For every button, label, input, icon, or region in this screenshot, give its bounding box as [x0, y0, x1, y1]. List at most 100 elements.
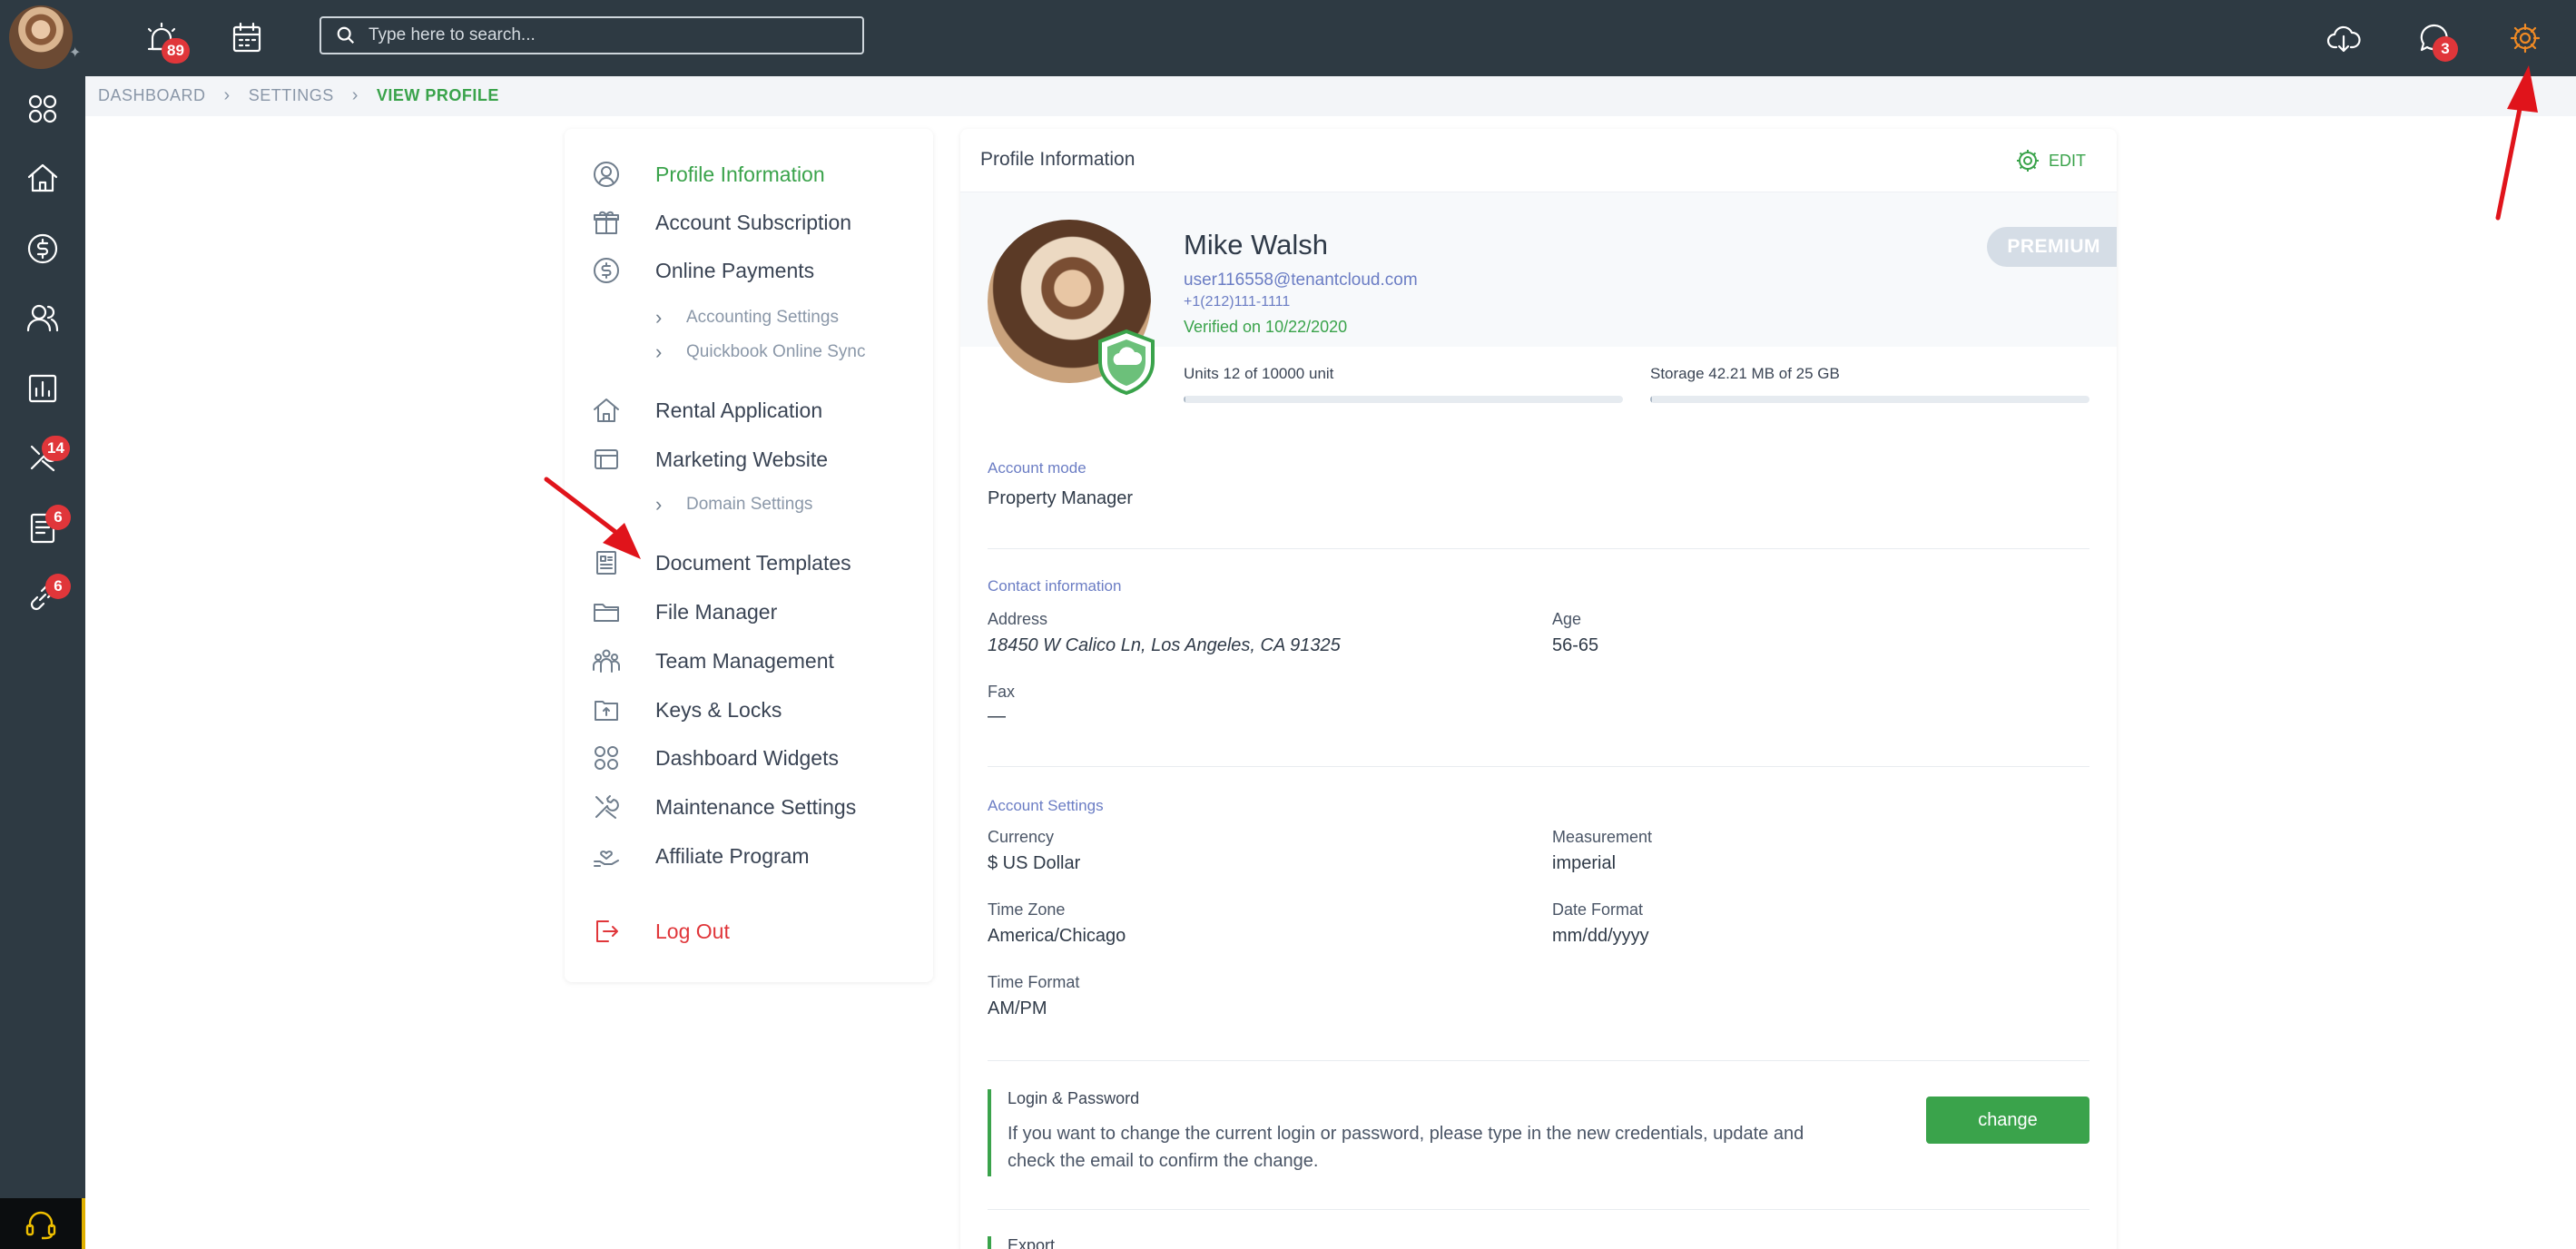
dollar-circle-icon: [594, 258, 619, 283]
widgets-icon: [595, 746, 618, 770]
menu-item-rental-application[interactable]: Rental Application: [592, 392, 822, 428]
menu-subitem-domain-settings[interactable]: › Domain Settings: [655, 490, 812, 519]
menu-item-label: Profile Information: [655, 162, 825, 186]
edit-button[interactable]: EDIT: [2014, 147, 2086, 174]
menu-item-online-payments[interactable]: Online Payments: [592, 252, 814, 289]
sidebar-item-apps[interactable]: [0, 74, 85, 143]
divider: [988, 766, 2089, 767]
hand-heart-icon: [594, 851, 619, 867]
search-bar[interactable]: [320, 16, 864, 54]
gear-icon: [2016, 150, 2039, 172]
download-button[interactable]: [2318, 13, 2369, 64]
sidebar-item-maintenance[interactable]: 14: [0, 423, 85, 492]
home-icon: [27, 163, 58, 192]
units-progress-bar: [1184, 396, 1623, 403]
documents-badge: 6: [45, 505, 71, 530]
messages-button[interactable]: 3: [2409, 13, 2460, 64]
menu-item-label: Account Subscription: [655, 210, 852, 234]
profile-phone[interactable]: +1(212)111-1111: [1184, 294, 1290, 310]
logout-icon: [596, 920, 618, 942]
menu-item-label: Affiliate Program: [655, 843, 810, 868]
login-password-text: If you want to change the current login …: [1008, 1124, 1804, 1171]
menu-subitem-label: Domain Settings: [686, 495, 813, 514]
profile-email[interactable]: user116558@tenantcloud.com: [1184, 270, 1418, 290]
cloud-download-icon: [2326, 25, 2361, 53]
chart-icon: [28, 374, 57, 403]
dateformat-value: mm/dd/yyyy: [1552, 926, 1649, 946]
account-mode-value: Property Manager: [988, 488, 1134, 508]
browser-window-icon: [595, 449, 618, 469]
timeformat-value: AM/PM: [988, 998, 1047, 1018]
fax-value: —: [988, 706, 1006, 726]
menu-item-label: Log Out: [655, 919, 730, 943]
gift-icon: [594, 211, 619, 234]
sidebar-item-documents[interactable]: 6: [0, 494, 85, 563]
user-circle-icon: [594, 162, 619, 187]
timezone-label: Time Zone: [988, 900, 1066, 919]
breadcrumb-dashboard[interactable]: DASHBOARD: [98, 86, 206, 105]
calendar-button[interactable]: [221, 13, 272, 64]
pin-icon[interactable]: ✦: [69, 46, 82, 61]
left-sidebar: ✦ 14 6 6: [0, 0, 85, 1249]
address-label: Address: [988, 610, 1048, 628]
team-icon: [593, 649, 620, 673]
chevron-right-icon: ›: [655, 340, 663, 363]
card-title: Profile Information: [980, 149, 1136, 170]
divider: [988, 548, 2089, 549]
sidebar-item-reports[interactable]: [0, 354, 85, 423]
menu-item-label: Marketing Website: [655, 447, 829, 471]
measurement-label: Measurement: [1552, 828, 1653, 846]
address-value: 18450 W Calico Ln, Los Angeles, CA 91325: [988, 635, 1341, 655]
sidebar-item-payments[interactable]: [0, 214, 85, 283]
menu-subitem-quickbook-online-sync[interactable]: › Quickbook Online Sync: [655, 338, 866, 367]
folder-icon: [594, 604, 619, 622]
menu-item-team-management[interactable]: Team Management: [592, 643, 834, 679]
dateformat-label: Date Format: [1552, 900, 1644, 919]
export-title: Export: [1008, 1236, 1056, 1249]
account-settings-title: Account Settings: [988, 797, 1104, 814]
sidebar-item-links[interactable]: 6: [0, 563, 85, 632]
menu-item-dashboard-widgets[interactable]: Dashboard Widgets: [592, 740, 839, 776]
profile-card: Profile Information EDIT PREMIUM Mike Wa…: [960, 129, 2117, 1249]
currency-value: $ US Dollar: [988, 853, 1081, 873]
account-mode-title: Account mode: [988, 459, 1086, 477]
contact-info-title: Contact information: [988, 577, 1122, 595]
premium-badge: PREMIUM: [1987, 227, 2117, 267]
menu-item-label: Keys & Locks: [655, 697, 782, 722]
gear-icon: [2510, 23, 2541, 54]
menu-item-profile-information[interactable]: Profile Information: [592, 156, 825, 192]
messages-badge: 3: [2433, 36, 2458, 62]
chevron-right-icon: ›: [655, 493, 663, 516]
menu-item-account-subscription[interactable]: Account Subscription: [592, 204, 851, 241]
breadcrumb-view-profile: VIEW PROFILE: [376, 86, 499, 104]
calendar-icon: [232, 22, 261, 53]
sidebar-item-home[interactable]: [0, 143, 85, 212]
breadcrumb-settings[interactable]: SETTINGS: [249, 86, 334, 105]
dollar-circle-icon: [27, 233, 58, 264]
chevron-right-icon: ›: [655, 306, 663, 329]
menu-item-keys-locks[interactable]: Keys & Locks: [592, 692, 782, 728]
menu-item-maintenance-settings[interactable]: Maintenance Settings: [592, 789, 856, 825]
menu-subitem-label: Quickbook Online Sync: [686, 342, 866, 361]
search-input[interactable]: [369, 25, 841, 45]
menu-item-log-out[interactable]: Log Out: [592, 913, 730, 949]
age-label: Age: [1552, 610, 1582, 628]
storage-label: Storage 42.21 MB of 25 GB: [1650, 365, 1840, 382]
change-password-button[interactable]: change: [1926, 1097, 2089, 1144]
storage-progress-bar: [1650, 396, 2089, 403]
menu-subitem-accounting-settings[interactable]: › Accounting Settings: [655, 303, 839, 332]
menu-item-label: Dashboard Widgets: [655, 745, 839, 770]
menu-item-file-manager[interactable]: File Manager: [592, 594, 777, 630]
headset-icon: [25, 1211, 56, 1240]
annotation-arrow-icon: [544, 477, 641, 559]
menu-item-affiliate-program[interactable]: Affiliate Program: [592, 838, 810, 874]
sidebar-item-people[interactable]: [0, 283, 85, 352]
search-icon: [337, 26, 355, 44]
settings-button[interactable]: [2500, 13, 2551, 64]
support-button[interactable]: [0, 1198, 85, 1249]
timezone-value: America/Chicago: [988, 926, 1126, 946]
user-avatar[interactable]: [9, 5, 73, 69]
alerts-button[interactable]: 89: [136, 13, 190, 64]
age-value: 56-65: [1552, 635, 1599, 655]
key-lock-icon: [595, 701, 618, 721]
